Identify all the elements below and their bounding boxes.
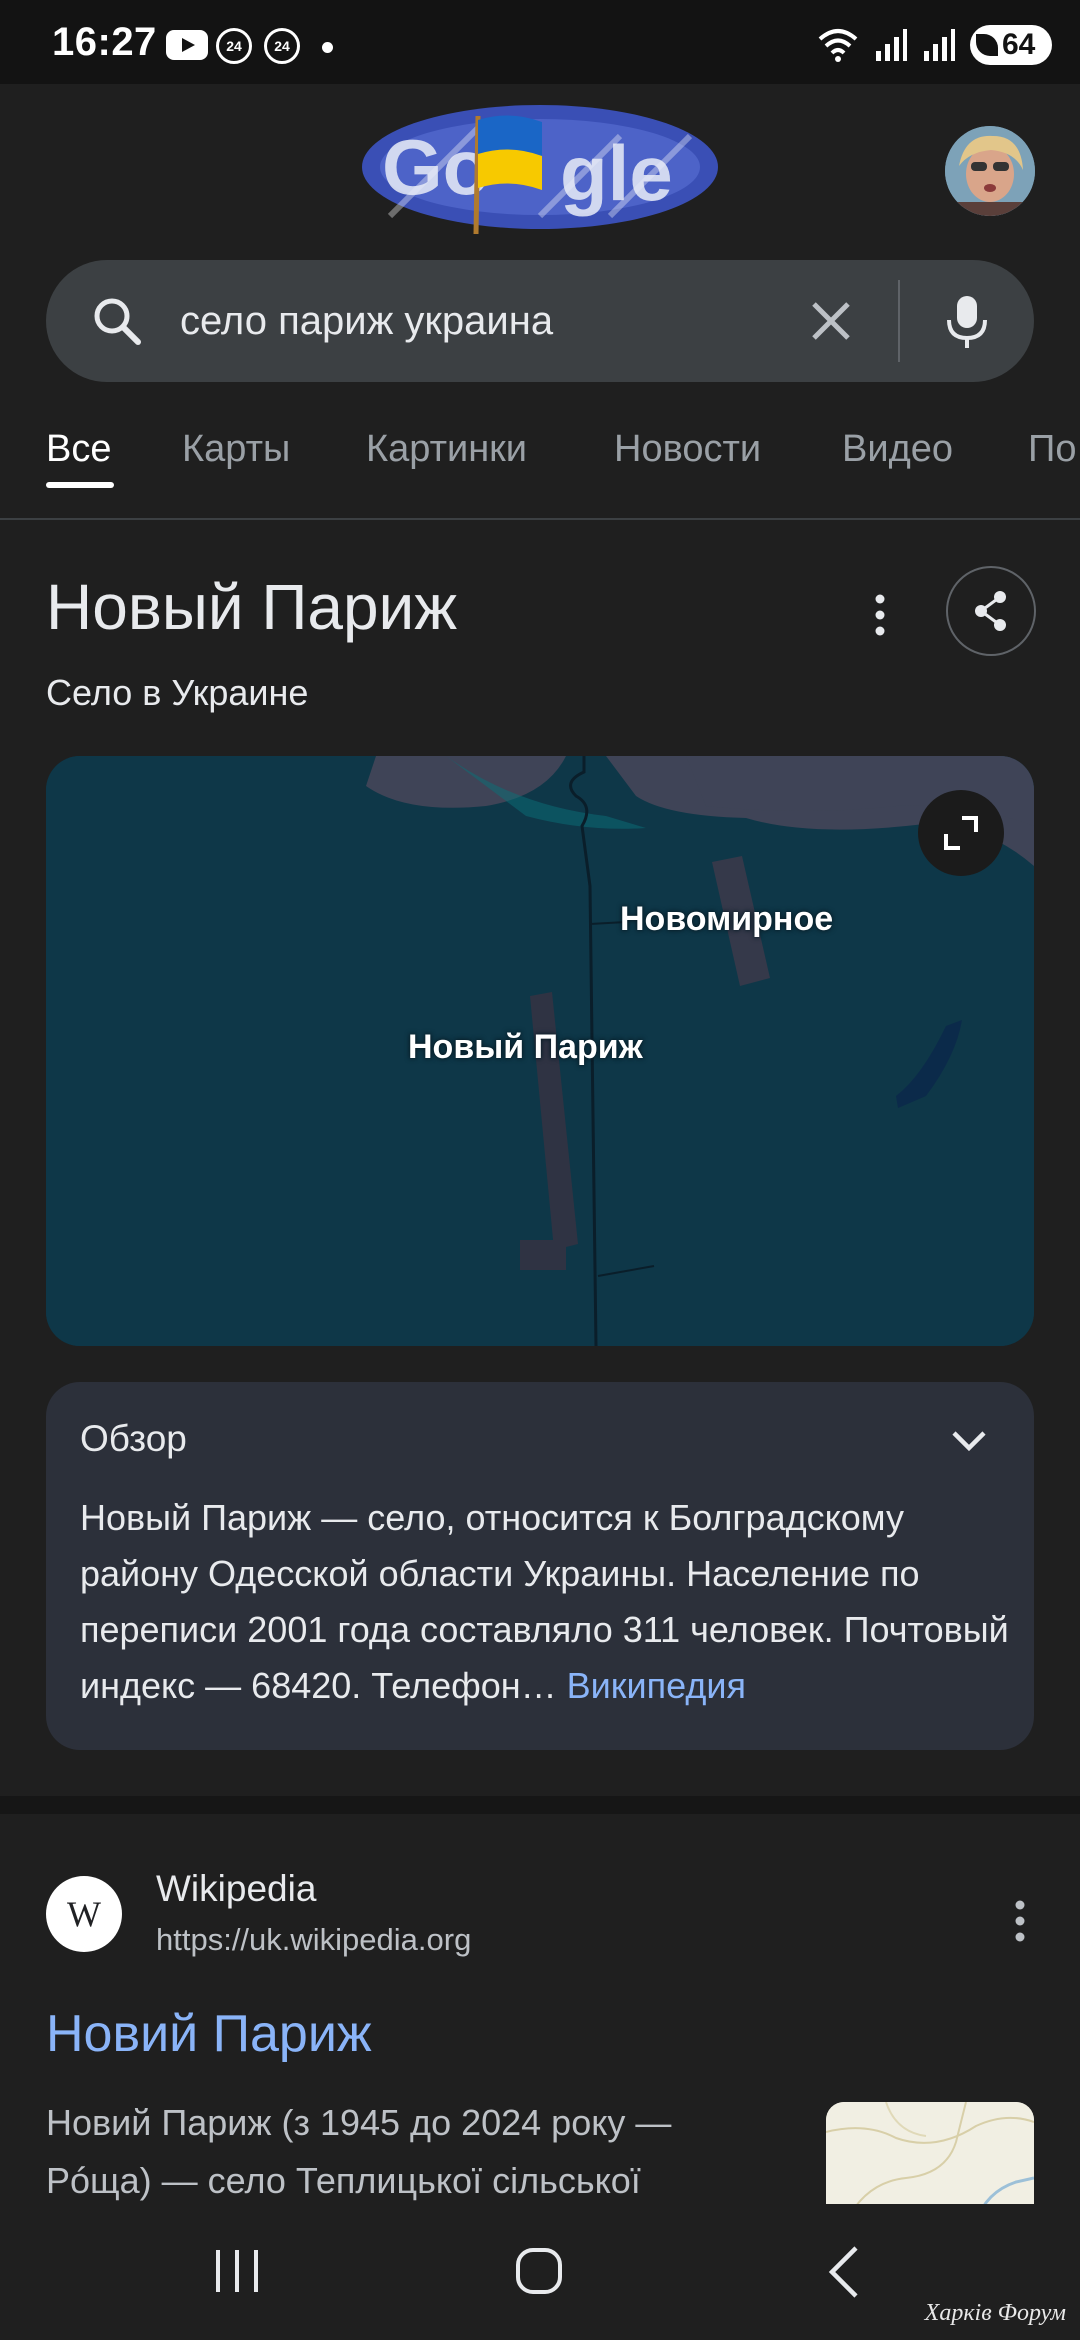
entity-subtitle: Село в Украине: [46, 672, 309, 713]
status-bar: 16:27 24 24 64: [0, 0, 1080, 84]
svg-text:Go: Go: [382, 123, 490, 211]
search-divider: [898, 280, 900, 362]
back-icon[interactable]: [824, 2244, 864, 2300]
home-icon[interactable]: [514, 2246, 564, 2296]
tab-images[interactable]: Картинки: [366, 428, 527, 471]
battery-icon: 64: [970, 25, 1052, 65]
overview-body: Новый Париж — село, относится к Болградс…: [80, 1497, 1009, 1706]
battery-saver-icon: [976, 34, 998, 56]
more-options-icon[interactable]: [1002, 1896, 1038, 1946]
tab-news[interactable]: Новости: [614, 428, 761, 471]
wifi-icon: [818, 29, 858, 62]
map-label-novomirnoe: Новомирное: [620, 900, 834, 938]
watermark: Харків Форум: [924, 2300, 1066, 2326]
signal-icon: [876, 29, 907, 61]
expand-icon: [944, 816, 978, 850]
share-button[interactable]: [946, 566, 1036, 656]
recent-apps-icon[interactable]: [212, 2248, 262, 2294]
result-snippet: Новий Париж (з 1945 до 2024 року — Рóща)…: [46, 2102, 672, 2201]
mic-icon[interactable]: [936, 290, 998, 352]
more-options-icon[interactable]: [862, 585, 898, 645]
signal-icon: [924, 29, 955, 61]
dot-icon: [322, 42, 333, 53]
battery-level: 64: [1002, 28, 1036, 61]
status-time: 16:27: [52, 20, 157, 64]
map-preview[interactable]: Новомирное Новый Париж: [46, 756, 1034, 1346]
wikipedia-link[interactable]: Википедия: [567, 1665, 746, 1706]
active-tab-indicator: [46, 482, 114, 488]
search-icon[interactable]: [86, 290, 148, 352]
page-title: Новый Париж: [46, 571, 458, 643]
notification-badge-icon: 24: [216, 28, 252, 64]
map-label-novyi-parizh: Новый Париж: [408, 1028, 643, 1066]
search-input[interactable]: село париж украина: [46, 260, 1034, 382]
result-site-name[interactable]: Wikipedia: [156, 1868, 316, 1910]
expand-map-button[interactable]: [918, 790, 1004, 876]
overview-title: Обзор: [80, 1418, 187, 1459]
share-icon: [975, 591, 1006, 631]
wikipedia-favicon: W: [46, 1876, 122, 1952]
avatar[interactable]: [945, 126, 1035, 216]
google-doodle-logo[interactable]: Go gle: [360, 96, 720, 238]
result-url[interactable]: https://uk.wikipedia.org: [156, 1922, 471, 1958]
youtube-icon: [166, 30, 208, 60]
search-query[interactable]: село париж украина: [180, 290, 553, 352]
tab-video[interactable]: Видео: [842, 428, 953, 471]
profile-photo: [945, 126, 1035, 216]
overview-text: Новый Париж — село, относится к Болградс…: [80, 1490, 1010, 1714]
tab-more[interactable]: По: [1028, 428, 1076, 471]
tabs-divider: [0, 518, 1080, 520]
status-icons: 64: [816, 22, 1052, 68]
tab-all[interactable]: Все: [46, 428, 111, 471]
svg-text:gle: gle: [560, 129, 673, 217]
chevron-down-icon[interactable]: [946, 1418, 992, 1464]
section-separator: [0, 1796, 1080, 1814]
result-title-link[interactable]: Новий Париж: [46, 2004, 372, 2064]
clear-icon[interactable]: [804, 294, 858, 348]
overview-card[interactable]: Обзор Новый Париж — село, относится к Бо…: [46, 1382, 1034, 1750]
tab-maps[interactable]: Карты: [182, 428, 290, 471]
notification-badge-icon: 24: [264, 28, 300, 64]
search-tabs: Все Карты Картинки Новости Видео По: [0, 418, 1080, 518]
system-nav-bar: [0, 2204, 1080, 2340]
